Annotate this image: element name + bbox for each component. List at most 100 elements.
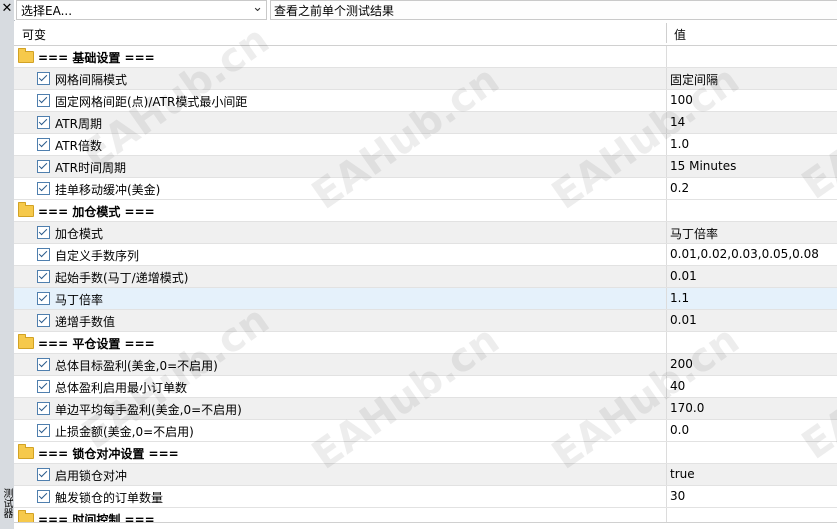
- checkbox-icon[interactable]: [37, 358, 50, 371]
- ea-select[interactable]: 选择EA... ⌄: [16, 0, 267, 20]
- close-icon[interactable]: ✕: [0, 0, 14, 18]
- column-divider: [666, 112, 667, 133]
- parameter-row[interactable]: ATR倍数 1.0: [14, 134, 837, 156]
- grid-header: 可变 值: [14, 21, 837, 46]
- tester-side-panel: ✕ 测试器: [0, 0, 15, 529]
- parameter-name: 总体盈利启用最小订单数: [55, 381, 188, 395]
- parameter-value[interactable]: 固定间隔: [670, 71, 718, 88]
- view-previous-results-button[interactable]: 查看之前单个测试结果: [270, 0, 837, 20]
- column-divider: [666, 244, 667, 265]
- chevron-down-icon[interactable]: ⌄: [252, 0, 263, 15]
- parameter-row[interactable]: ATR时间周期 15 Minutes: [14, 156, 837, 178]
- column-divider: [666, 464, 667, 485]
- group-name: === 平仓设置 ===: [38, 337, 155, 351]
- group-row[interactable]: === 锁仓对冲设置 ===: [14, 442, 837, 464]
- parameter-name: ATR时间周期: [55, 161, 126, 175]
- column-header-variable[interactable]: 可变: [22, 26, 46, 43]
- checkbox-icon[interactable]: [37, 138, 50, 151]
- checkbox-icon[interactable]: [37, 248, 50, 261]
- folder-icon: [18, 48, 34, 63]
- checkbox-icon[interactable]: [37, 314, 50, 327]
- group-row[interactable]: === 加仓模式 ===: [14, 200, 837, 222]
- column-divider: [666, 222, 667, 243]
- checkbox-icon[interactable]: [37, 94, 50, 107]
- checkbox-icon[interactable]: [37, 380, 50, 393]
- column-header-value[interactable]: 值: [674, 26, 686, 43]
- column-divider: [666, 90, 667, 111]
- parameter-value[interactable]: 0.0: [670, 423, 689, 437]
- parameter-value[interactable]: 0.01: [670, 313, 697, 327]
- parameter-row[interactable]: 单边平均每手盈利(美金,0=不启用) 170.0: [14, 398, 837, 420]
- parameter-value[interactable]: 40: [670, 379, 685, 393]
- checkbox-icon[interactable]: [37, 270, 50, 283]
- group-name: === 加仓模式 ===: [38, 205, 155, 219]
- parameter-row[interactable]: 启用锁仓对冲 true: [14, 464, 837, 486]
- parameter-name: 触发锁仓的订单数量: [55, 491, 164, 505]
- parameter-list: === 基础设置 === 网格间隔模式 固定间隔 固定网格间距(点)/ATR模式最小间…: [14, 46, 837, 529]
- parameter-row[interactable]: 固定网格间距(点)/ATR模式最小间距 100: [14, 90, 837, 112]
- column-divider: [666, 310, 667, 331]
- checkbox-icon[interactable]: [37, 226, 50, 239]
- column-divider: [666, 442, 667, 463]
- parameter-name: 单边平均每手盈利(美金,0=不启用): [55, 403, 242, 417]
- parameter-name: 加仓模式: [55, 227, 104, 241]
- parameter-value[interactable]: 0.01: [670, 269, 697, 283]
- checkbox-icon[interactable]: [37, 72, 50, 85]
- checkbox-icon[interactable]: [37, 116, 50, 129]
- parameter-row[interactable]: 触发锁仓的订单数量 30: [14, 486, 837, 508]
- parameter-row[interactable]: ATR周期 14: [14, 112, 837, 134]
- parameter-value[interactable]: 0.01,0.02,0.03,0.05,0.08: [670, 247, 819, 261]
- column-divider: [666, 156, 667, 177]
- column-divider: [666, 200, 667, 221]
- column-divider: [666, 134, 667, 155]
- parameter-row[interactable]: 总体目标盈利(美金,0=不启用) 200: [14, 354, 837, 376]
- parameter-name: 马丁倍率: [55, 293, 104, 307]
- checkbox-icon[interactable]: [37, 424, 50, 437]
- view-previous-results-label: 查看之前单个测试结果: [274, 4, 395, 18]
- column-divider: [666, 332, 667, 353]
- group-row[interactable]: === 平仓设置 ===: [14, 332, 837, 354]
- side-panel-label: 测试器: [1, 488, 12, 518]
- group-row[interactable]: === 基础设置 ===: [14, 46, 837, 68]
- column-divider[interactable]: [666, 23, 667, 43]
- parameter-row[interactable]: 总体盈利启用最小订单数 40: [14, 376, 837, 398]
- checkbox-icon[interactable]: [37, 160, 50, 173]
- parameter-value[interactable]: 14: [670, 115, 685, 129]
- folder-icon: [18, 334, 34, 349]
- parameter-row[interactable]: 起始手数(马丁/递增模式) 0.01: [14, 266, 837, 288]
- parameter-value[interactable]: 马丁倍率: [670, 225, 718, 242]
- parameter-value[interactable]: 15 Minutes: [670, 159, 736, 173]
- parameter-row[interactable]: 马丁倍率 1.1: [14, 288, 837, 310]
- parameter-value[interactable]: 0.2: [670, 181, 689, 195]
- parameter-value[interactable]: 170.0: [670, 401, 704, 415]
- checkbox-icon[interactable]: [37, 402, 50, 415]
- parameter-name: 起始手数(马丁/递增模式): [55, 271, 189, 285]
- checkbox-icon[interactable]: [37, 490, 50, 503]
- parameter-value[interactable]: 30: [670, 489, 685, 503]
- checkbox-icon[interactable]: [37, 468, 50, 481]
- parameter-row[interactable]: 网格间隔模式 固定间隔: [14, 68, 837, 90]
- parameter-name: 启用锁仓对冲: [55, 469, 128, 483]
- parameter-name: ATR倍数: [55, 139, 102, 153]
- parameter-value[interactable]: 200: [670, 357, 693, 371]
- inputs-grid: 可变 值 === 基础设置 === 网格间隔模式 固定间隔 固定网格间距(点)/ATR…: [14, 21, 837, 529]
- checkbox-icon[interactable]: [37, 292, 50, 305]
- column-divider: [666, 68, 667, 89]
- parameter-value[interactable]: 1.0: [670, 137, 689, 151]
- group-name: === 锁仓对冲设置 ===: [38, 447, 179, 461]
- parameter-value[interactable]: 1.1: [670, 291, 689, 305]
- parameter-row[interactable]: 自定义手数序列 0.01,0.02,0.03,0.05,0.08: [14, 244, 837, 266]
- ea-select-value: 选择EA...: [21, 4, 73, 18]
- column-divider: [666, 178, 667, 199]
- column-divider: [666, 354, 667, 375]
- parameter-row[interactable]: 止损金额(美金,0=不启用) 0.0: [14, 420, 837, 442]
- parameter-row[interactable]: 递增手数值 0.01: [14, 310, 837, 332]
- column-divider: [666, 46, 667, 67]
- column-divider: [666, 288, 667, 309]
- parameter-row[interactable]: 加仓模式 马丁倍率: [14, 222, 837, 244]
- checkbox-icon[interactable]: [37, 182, 50, 195]
- parameter-row[interactable]: 挂单移动缓冲(美金) 0.2: [14, 178, 837, 200]
- parameter-name: 递增手数值: [55, 315, 116, 329]
- parameter-value[interactable]: true: [670, 467, 695, 481]
- parameter-value[interactable]: 100: [670, 93, 693, 107]
